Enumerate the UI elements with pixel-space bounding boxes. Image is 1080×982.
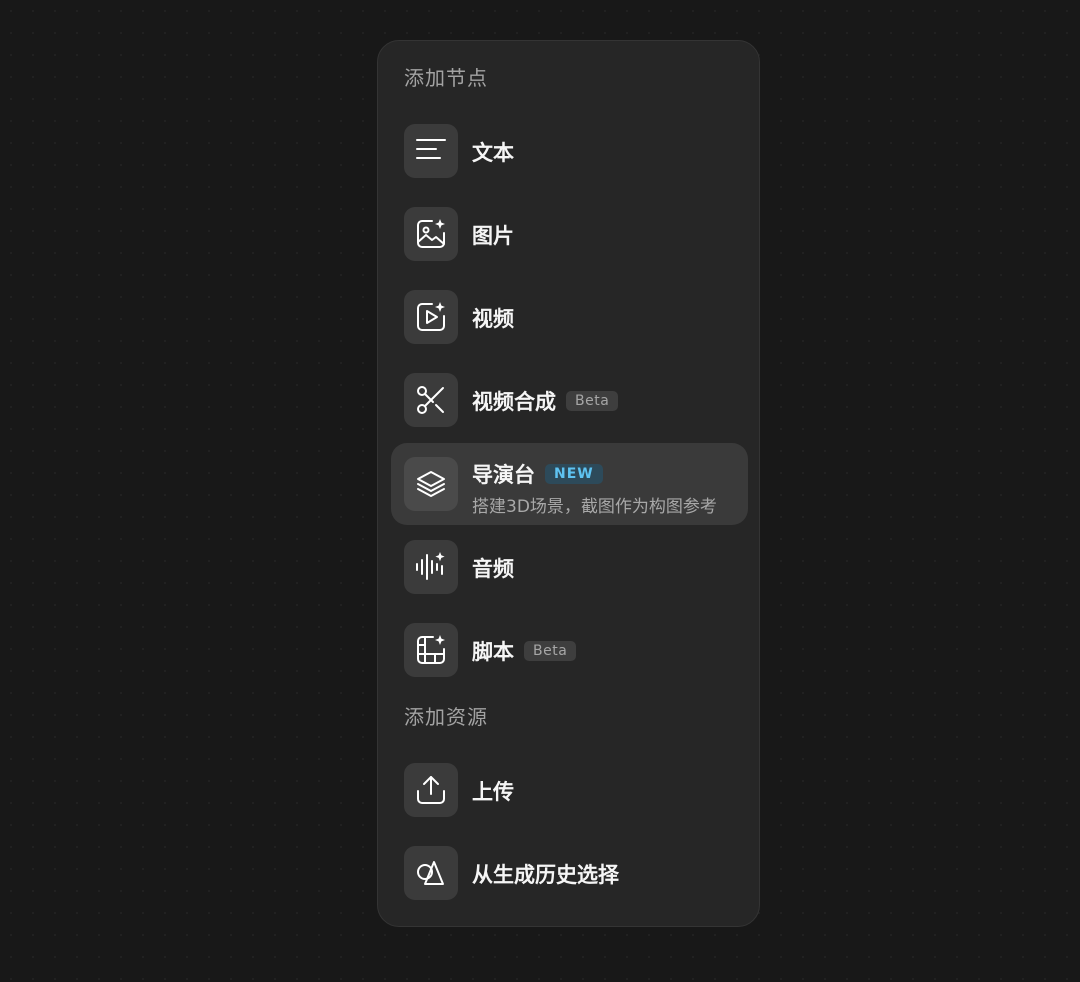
shapes-icon (404, 846, 458, 900)
layers-icon (404, 457, 458, 511)
menu-item-label: 视频 (472, 307, 514, 331)
menu-item-label: 上传 (472, 780, 514, 804)
beta-badge: Beta (566, 391, 619, 411)
beta-badge: Beta (524, 641, 577, 661)
menu-item-label: 图片 (472, 224, 514, 248)
text-lines-icon (404, 124, 458, 178)
upload-icon (404, 763, 458, 817)
menu-item-label: 音频 (472, 557, 514, 581)
scissors-icon (404, 373, 458, 427)
video-sparkle-icon (404, 290, 458, 344)
add-node-section-title: 添加节点 (404, 66, 488, 90)
new-badge: NEW (545, 464, 603, 484)
menu-item-director-stage[interactable]: 导演台 NEW 搭建3D场景，截图作为构图参考 (391, 443, 748, 525)
menu-item-text[interactable]: 文本 (391, 110, 748, 192)
audio-wave-icon (404, 540, 458, 594)
menu-item-label: 视频合成 (472, 390, 556, 414)
menu-item-video-compose[interactable]: 视频合成 Beta (391, 359, 748, 441)
menu-item-image[interactable]: 图片 (391, 193, 748, 275)
menu-item-history[interactable]: 从生成历史选择 (391, 832, 748, 914)
menu-item-description: 搭建3D场景，截图作为构图参考 (472, 497, 717, 517)
menu-item-label: 从生成历史选择 (472, 863, 619, 887)
menu-item-label: 导演台 (472, 463, 535, 487)
menu-item-label: 文本 (472, 141, 514, 165)
menu-item-script[interactable]: 脚本 Beta (391, 609, 748, 691)
add-node-menu: 添加节点 文本 图片 视频 视频合成 Beta 导演台 NEW 搭建3D场景，截… (377, 40, 760, 927)
image-sparkle-icon (404, 207, 458, 261)
menu-item-label: 脚本 (472, 640, 514, 664)
add-resource-section-title: 添加资源 (404, 705, 488, 729)
menu-item-upload[interactable]: 上传 (391, 749, 748, 831)
menu-item-audio[interactable]: 音频 (391, 526, 748, 608)
menu-item-video[interactable]: 视频 (391, 276, 748, 358)
storyboard-icon (404, 623, 458, 677)
